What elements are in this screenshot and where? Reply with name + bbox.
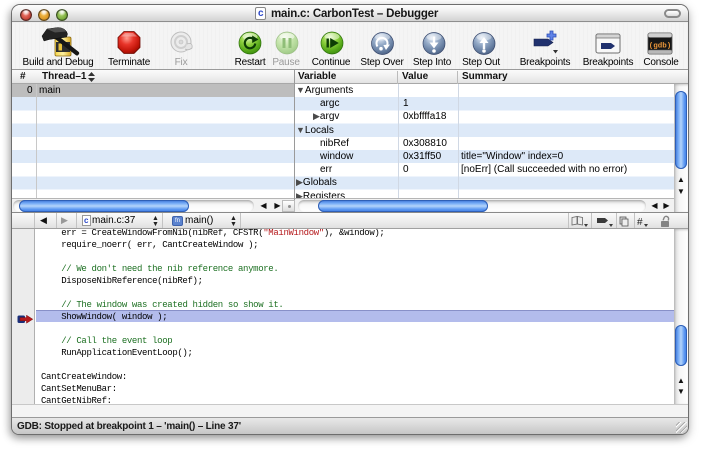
svg-text:#: # [637, 217, 643, 228]
svg-text:(gdb): (gdb) [649, 43, 672, 51]
